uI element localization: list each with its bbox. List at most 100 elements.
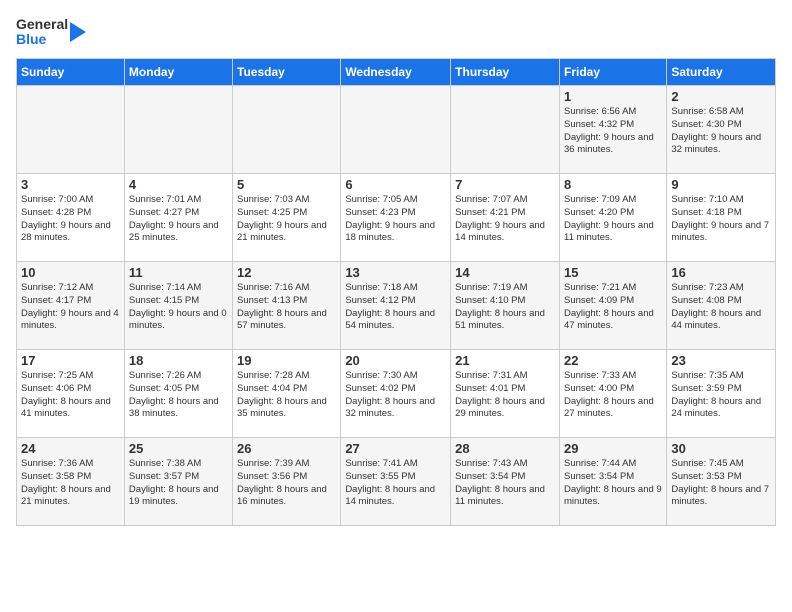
day-number: 17 bbox=[21, 353, 120, 368]
calendar-cell: 25 Sunrise: 7:38 AM Sunset: 3:57 PM Dayli… bbox=[124, 438, 232, 526]
calendar-week-3: 10 Sunrise: 7:12 AM Sunset: 4:17 PM Dayli… bbox=[17, 262, 776, 350]
calendar-cell: 22Sunrise: 7:33 AM Sunset: 4:00 PM Dayli… bbox=[559, 350, 666, 438]
calendar-cell: 10 Sunrise: 7:12 AM Sunset: 4:17 PM Dayli… bbox=[17, 262, 125, 350]
calendar-cell: 24 Sunrise: 7:36 AM Sunset: 3:58 PM Dayli… bbox=[17, 438, 125, 526]
day-number: 11 bbox=[129, 265, 228, 280]
calendar-cell: 6 Sunrise: 7:05 AM Sunset: 4:23 PM Daylig… bbox=[341, 174, 451, 262]
calendar-cell: 12Sunrise: 7:16 AM Sunset: 4:13 PM Dayli… bbox=[233, 262, 341, 350]
calendar-cell bbox=[124, 86, 232, 174]
weekday-header-sunday: Sunday bbox=[17, 59, 125, 86]
day-number: 19 bbox=[237, 353, 336, 368]
day-info: Sunrise: 7:45 AM Sunset: 3:53 PM Dayligh… bbox=[671, 458, 771, 509]
day-info: Sunrise: 7:36 AM Sunset: 3:58 PM Dayligh… bbox=[21, 458, 120, 509]
day-info: Sunrise: 7:30 AM Sunset: 4:02 PM Dayligh… bbox=[345, 370, 446, 421]
day-info: Sunrise: 7:16 AM Sunset: 4:13 PM Dayligh… bbox=[237, 282, 336, 333]
day-info: Sunrise: 7:10 AM Sunset: 4:18 PM Dayligh… bbox=[671, 194, 771, 245]
calendar-cell bbox=[17, 86, 125, 174]
day-number: 10 bbox=[21, 265, 120, 280]
calendar-cell: 21 Sunrise: 7:31 AM Sunset: 4:01 PM Dayli… bbox=[451, 350, 560, 438]
day-info: Sunrise: 7:44 AM Sunset: 3:54 PM Dayligh… bbox=[564, 458, 662, 509]
day-info: Sunrise: 7:23 AM Sunset: 4:08 PM Dayligh… bbox=[671, 282, 771, 333]
day-info: Sunrise: 7:25 AM Sunset: 4:06 PM Dayligh… bbox=[21, 370, 120, 421]
calendar-cell: 28Sunrise: 7:43 AM Sunset: 3:54 PM Dayli… bbox=[451, 438, 560, 526]
day-info: Sunrise: 7:00 AM Sunset: 4:28 PM Dayligh… bbox=[21, 194, 120, 245]
day-number: 27 bbox=[345, 441, 446, 456]
weekday-header-monday: Monday bbox=[124, 59, 232, 86]
calendar-cell: 3Sunrise: 7:00 AM Sunset: 4:28 PM Daylig… bbox=[17, 174, 125, 262]
day-number: 7 bbox=[455, 177, 555, 192]
day-info: Sunrise: 7:03 AM Sunset: 4:25 PM Dayligh… bbox=[237, 194, 336, 245]
weekday-header-friday: Friday bbox=[559, 59, 666, 86]
logo: General Blue bbox=[16, 16, 88, 48]
calendar-week-1: 1Sunrise: 6:56 AM Sunset: 4:32 PM Daylig… bbox=[17, 86, 776, 174]
day-info: Sunrise: 7:12 AM Sunset: 4:17 PM Dayligh… bbox=[21, 282, 120, 333]
calendar-cell: 20 Sunrise: 7:30 AM Sunset: 4:02 PM Dayli… bbox=[341, 350, 451, 438]
logo-arrow-icon bbox=[70, 16, 88, 48]
day-info: Sunrise: 7:07 AM Sunset: 4:21 PM Dayligh… bbox=[455, 194, 555, 245]
day-number: 20 bbox=[345, 353, 446, 368]
weekday-header-saturday: Saturday bbox=[667, 59, 776, 86]
calendar-cell: 18 Sunrise: 7:26 AM Sunset: 4:05 PM Dayli… bbox=[124, 350, 232, 438]
day-number: 13 bbox=[345, 265, 446, 280]
calendar-week-2: 3Sunrise: 7:00 AM Sunset: 4:28 PM Daylig… bbox=[17, 174, 776, 262]
day-number: 4 bbox=[129, 177, 228, 192]
day-number: 5 bbox=[237, 177, 336, 192]
calendar-cell: 26 Sunrise: 7:39 AM Sunset: 3:56 PM Dayli… bbox=[233, 438, 341, 526]
calendar-cell bbox=[451, 86, 560, 174]
day-info: Sunrise: 7:01 AM Sunset: 4:27 PM Dayligh… bbox=[129, 194, 228, 245]
calendar-cell: 27Sunrise: 7:41 AM Sunset: 3:55 PM Dayli… bbox=[341, 438, 451, 526]
day-number: 23 bbox=[671, 353, 771, 368]
logo-text-general: General bbox=[16, 17, 68, 32]
weekday-header-thursday: Thursday bbox=[451, 59, 560, 86]
day-info: Sunrise: 7:38 AM Sunset: 3:57 PM Dayligh… bbox=[129, 458, 228, 509]
day-info: Sunrise: 7:33 AM Sunset: 4:00 PM Dayligh… bbox=[564, 370, 662, 421]
logo-icon-wrapper: General Blue bbox=[16, 17, 68, 48]
header: General Blue bbox=[16, 16, 776, 48]
day-info: Sunrise: 7:39 AM Sunset: 3:56 PM Dayligh… bbox=[237, 458, 336, 509]
day-info: Sunrise: 7:05 AM Sunset: 4:23 PM Dayligh… bbox=[345, 194, 446, 245]
weekday-header-tuesday: Tuesday bbox=[233, 59, 341, 86]
day-number: 18 bbox=[129, 353, 228, 368]
calendar-cell: 9 Sunrise: 7:10 AM Sunset: 4:18 PM Daylig… bbox=[667, 174, 776, 262]
calendar-week-4: 17 Sunrise: 7:25 AM Sunset: 4:06 PM Dayli… bbox=[17, 350, 776, 438]
day-number: 9 bbox=[671, 177, 771, 192]
day-number: 8 bbox=[564, 177, 662, 192]
calendar-cell: 1Sunrise: 6:56 AM Sunset: 4:32 PM Daylig… bbox=[559, 86, 666, 174]
day-number: 26 bbox=[237, 441, 336, 456]
calendar-cell: 5 Sunrise: 7:03 AM Sunset: 4:25 PM Daylig… bbox=[233, 174, 341, 262]
day-number: 2 bbox=[671, 89, 771, 104]
calendar-cell: 4 Sunrise: 7:01 AM Sunset: 4:27 PM Daylig… bbox=[124, 174, 232, 262]
day-info: Sunrise: 7:26 AM Sunset: 4:05 PM Dayligh… bbox=[129, 370, 228, 421]
day-number: 29 bbox=[564, 441, 662, 456]
calendar-cell: 13 Sunrise: 7:18 AM Sunset: 4:12 PM Dayli… bbox=[341, 262, 451, 350]
calendar-cell: 8Sunrise: 7:09 AM Sunset: 4:20 PM Daylig… bbox=[559, 174, 666, 262]
calendar-cell: 19 Sunrise: 7:28 AM Sunset: 4:04 PM Dayli… bbox=[233, 350, 341, 438]
calendar-cell: 30 Sunrise: 7:45 AM Sunset: 3:53 PM Dayli… bbox=[667, 438, 776, 526]
day-number: 16 bbox=[671, 265, 771, 280]
day-number: 21 bbox=[455, 353, 555, 368]
day-info: Sunrise: 7:18 AM Sunset: 4:12 PM Dayligh… bbox=[345, 282, 446, 333]
calendar-cell: 17 Sunrise: 7:25 AM Sunset: 4:06 PM Dayli… bbox=[17, 350, 125, 438]
calendar-week-5: 24 Sunrise: 7:36 AM Sunset: 3:58 PM Dayli… bbox=[17, 438, 776, 526]
calendar-cell: 15Sunrise: 7:21 AM Sunset: 4:09 PM Dayli… bbox=[559, 262, 666, 350]
day-info: Sunrise: 7:28 AM Sunset: 4:04 PM Dayligh… bbox=[237, 370, 336, 421]
day-info: Sunrise: 7:21 AM Sunset: 4:09 PM Dayligh… bbox=[564, 282, 662, 333]
logo-text-blue: Blue bbox=[16, 32, 68, 47]
day-info: Sunrise: 7:31 AM Sunset: 4:01 PM Dayligh… bbox=[455, 370, 555, 421]
calendar-cell bbox=[341, 86, 451, 174]
day-info: Sunrise: 7:19 AM Sunset: 4:10 PM Dayligh… bbox=[455, 282, 555, 333]
weekday-header-wednesday: Wednesday bbox=[341, 59, 451, 86]
calendar-cell: 14Sunrise: 7:19 AM Sunset: 4:10 PM Dayli… bbox=[451, 262, 560, 350]
calendar-cell bbox=[233, 86, 341, 174]
day-number: 25 bbox=[129, 441, 228, 456]
day-number: 6 bbox=[345, 177, 446, 192]
day-info: Sunrise: 6:58 AM Sunset: 4:30 PM Dayligh… bbox=[671, 106, 771, 157]
weekday-header-row: SundayMondayTuesdayWednesdayThursdayFrid… bbox=[17, 59, 776, 86]
calendar-cell: 7 Sunrise: 7:07 AM Sunset: 4:21 PM Daylig… bbox=[451, 174, 560, 262]
calendar-cell: 11Sunrise: 7:14 AM Sunset: 4:15 PM Dayli… bbox=[124, 262, 232, 350]
day-number: 1 bbox=[564, 89, 662, 104]
day-number: 24 bbox=[21, 441, 120, 456]
day-number: 30 bbox=[671, 441, 771, 456]
day-info: Sunrise: 7:43 AM Sunset: 3:54 PM Dayligh… bbox=[455, 458, 555, 509]
calendar-table: SundayMondayTuesdayWednesdayThursdayFrid… bbox=[16, 58, 776, 526]
